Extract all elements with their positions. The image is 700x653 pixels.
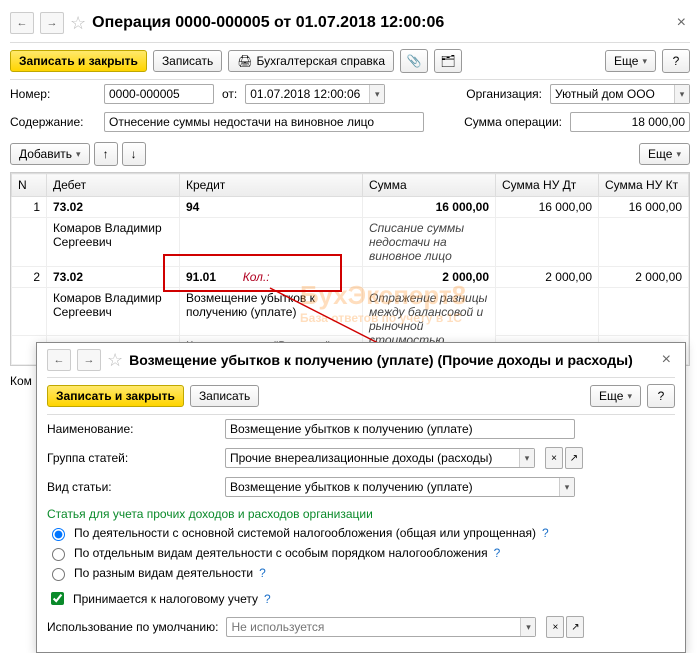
chevron-down-icon[interactable]: ▾ (520, 618, 535, 636)
calendar-icon[interactable]: ▾ (369, 85, 384, 103)
overlay-forward-button[interactable]: → (77, 349, 101, 371)
group-label: Группа статей: (47, 451, 217, 465)
table-row[interactable]: Комаров Владимир Сергеевич Возмещение уб… (12, 288, 689, 336)
chevron-down-icon[interactable]: ▾ (519, 449, 534, 467)
help-icon[interactable]: ? (264, 592, 271, 606)
col-debit[interactable]: Дебет (47, 174, 180, 197)
org-label: Организация: (466, 87, 542, 101)
content-label: Содержание: (10, 115, 96, 129)
back-button[interactable]: ← (10, 12, 34, 34)
col-sumd[interactable]: Сумма НУ Дт (496, 174, 599, 197)
radio-mixed[interactable] (52, 568, 65, 581)
name-label: Наименование: (47, 422, 217, 436)
content-input[interactable] (104, 112, 424, 132)
date-input[interactable] (245, 84, 385, 104)
entries-grid: N Дебет Кредит Сумма Сумма НУ Дт Сумма Н… (10, 172, 690, 366)
overlay-favorite-icon[interactable]: ☆ (107, 350, 123, 371)
type-label: Вид статьи: (47, 480, 217, 494)
help-button[interactable]: ? (662, 49, 690, 73)
section-title: Статья для учета прочих доходов и расход… (47, 501, 675, 523)
col-credit[interactable]: Кредит (180, 174, 363, 197)
name-input[interactable] (225, 419, 575, 439)
radio-main-tax[interactable] (52, 528, 65, 541)
table-row[interactable]: 1 73.02 94 16 000,00 16 000,00 16 000,00 (12, 197, 689, 218)
help-icon[interactable]: ? (259, 566, 266, 580)
open-icon[interactable]: ↗ (566, 616, 584, 638)
radio-special-tax[interactable] (52, 548, 65, 561)
grid-more-button[interactable]: Еще (639, 143, 690, 165)
sum-input[interactable] (570, 112, 690, 132)
number-label: Номер: (10, 87, 96, 101)
group-select[interactable] (225, 448, 535, 468)
col-sumk[interactable]: Сумма НУ Кт (599, 174, 689, 197)
save-button[interactable]: Записать (153, 50, 222, 72)
overlay-save-button[interactable]: Записать (190, 385, 259, 407)
overlay-close-icon[interactable]: × (658, 351, 675, 369)
main-window: ← → ☆ Операция 0000-000005 от 01.07.2018… (10, 10, 690, 389)
number-input[interactable] (104, 84, 214, 104)
related-button[interactable]: 🗂 (434, 49, 462, 73)
more-button[interactable]: Еще (605, 50, 656, 72)
forward-button[interactable]: → (40, 12, 64, 34)
overlay-more-button[interactable]: Еще (590, 385, 641, 407)
clear-icon[interactable]: × (545, 447, 563, 469)
type-select[interactable] (225, 477, 575, 497)
help-icon[interactable]: ? (542, 526, 549, 540)
default-label: Использование по умолчанию: (47, 620, 218, 634)
favorite-icon[interactable]: ☆ (70, 13, 86, 34)
add-row-button[interactable]: Добавить (10, 143, 90, 165)
chevron-down-icon[interactable]: ▾ (674, 85, 689, 103)
table-row[interactable]: 2 73.02 91.01 Кол.: 2 000,00 2 000,00 2 … (12, 267, 689, 288)
col-n[interactable]: N (12, 174, 47, 197)
overlay-save-close-button[interactable]: Записать и закрыть (47, 385, 184, 407)
sum-label: Сумма операции: (464, 115, 562, 129)
print-icon: 🖨 (237, 54, 252, 68)
move-down-button[interactable]: ↓ (122, 142, 146, 166)
overlay-help-button[interactable]: ? (647, 384, 675, 408)
col-sum[interactable]: Сумма (363, 174, 496, 197)
window-title: Операция 0000-000005 от 01.07.2018 12:00… (92, 14, 667, 32)
help-icon[interactable]: ? (494, 546, 501, 560)
from-label: от: (222, 87, 237, 101)
attach-button[interactable]: 📎 (400, 49, 428, 73)
overlay-back-button[interactable]: ← (47, 349, 71, 371)
close-icon[interactable]: × (673, 14, 690, 32)
overlay-title: Возмещение убытков к получению (уплате) … (129, 352, 652, 368)
acc-note-button[interactable]: 🖨Бухгалтерская справка (228, 50, 394, 72)
open-icon[interactable]: ↗ (565, 447, 583, 469)
clear-icon[interactable]: × (546, 616, 564, 638)
tax-accepted-checkbox[interactable] (51, 592, 64, 605)
move-up-button[interactable]: ↑ (94, 142, 118, 166)
org-select[interactable] (550, 84, 690, 104)
chevron-down-icon[interactable]: ▾ (559, 478, 574, 496)
default-select[interactable] (226, 617, 536, 637)
overlay-window: ← → ☆ Возмещение убытков к получению (уп… (36, 342, 686, 653)
table-row[interactable]: Комаров Владимир Сергеевич Списание сумм… (12, 218, 689, 267)
save-close-button[interactable]: Записать и закрыть (10, 50, 147, 72)
